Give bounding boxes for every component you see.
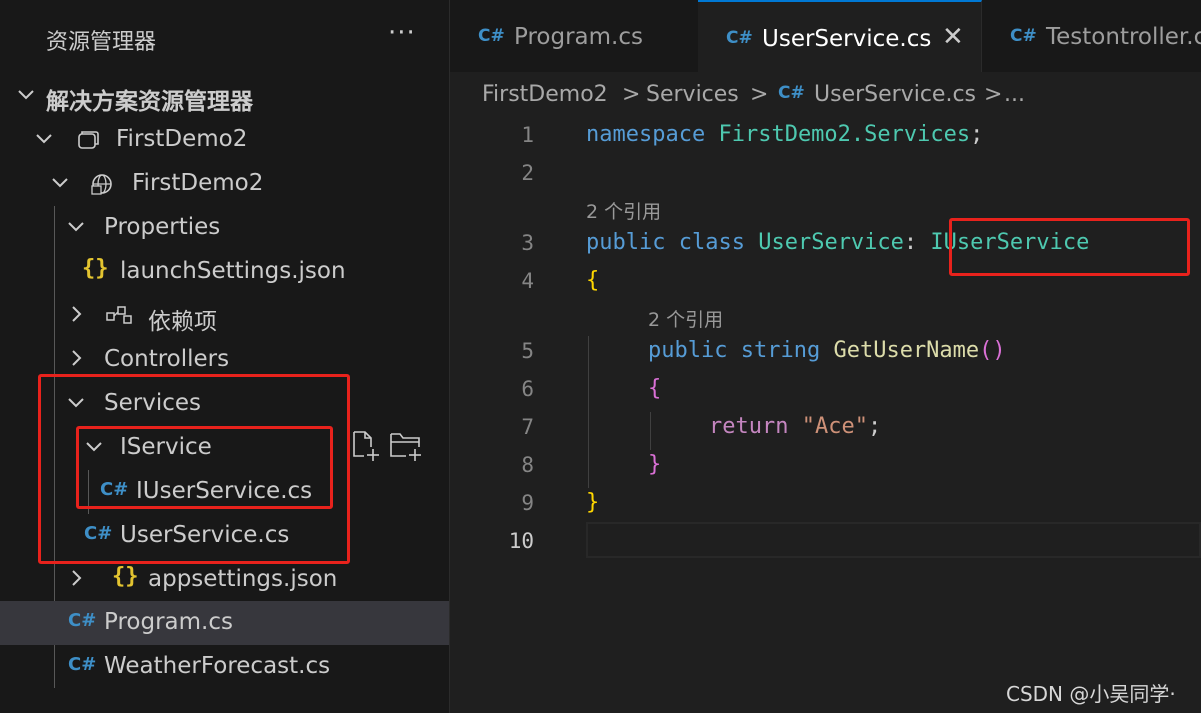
punctuation: ; [867, 414, 882, 439]
chevron-down-icon [16, 84, 36, 108]
punctuation: ; [970, 122, 984, 147]
tree-item-weatherforecast[interactable]: C# WeatherForecast.cs [0, 645, 449, 689]
csharp-file-icon: C# [778, 83, 805, 103]
line-number: 2 [521, 161, 534, 185]
csharp-file-icon: C# [68, 610, 97, 631]
line-number: 5 [521, 339, 534, 363]
tree-item-launchsettings[interactable]: {} launchSettings.json [0, 250, 449, 294]
tab-label: Testontroller.cs [1046, 24, 1201, 50]
close-icon[interactable]: ✕ [942, 22, 964, 52]
tab-label: UserService.cs [762, 26, 932, 52]
breadcrumb-separator: > [750, 82, 769, 107]
breadcrumb-item[interactable]: UserService.cs [814, 82, 976, 107]
tree-item-dependencies[interactable]: 依赖项 [0, 294, 449, 338]
explorer-sidebar: 资源管理器 ··· 解决方案资源管理器 FirstDemo2 FirstDemo… [0, 0, 450, 713]
solution-icon [76, 128, 100, 152]
tree-item-label: Properties [104, 214, 221, 240]
line-number: 10 [508, 529, 534, 553]
dependencies-icon [106, 304, 132, 328]
namespace-name: FirstDemo2.Services [718, 122, 971, 147]
line-number: 1 [521, 123, 534, 147]
code-line: public string GetUserName() [648, 338, 1006, 363]
code-line: namespace FirstDemo2.Services; [586, 122, 983, 147]
highlight-box-interface [949, 218, 1190, 276]
keyword: public [586, 230, 666, 255]
tree-item-label: FirstDemo2 [116, 126, 248, 152]
tab-label: Program.cs [514, 24, 643, 50]
tree-item-label: appsettings.json [148, 566, 338, 592]
tree-item-label: launchSettings.json [120, 258, 346, 284]
keyword: return [709, 414, 789, 439]
solution-explorer-section[interactable]: 解决方案资源管理器 [0, 74, 449, 118]
breadcrumb-separator: > [622, 82, 641, 107]
more-actions-icon[interactable]: ··· [388, 18, 416, 48]
csharp-file-icon: C# [726, 28, 753, 48]
line-number: 8 [521, 453, 534, 477]
watermark: CSDN @小吴同学· [1006, 682, 1176, 706]
tree-item-label: Program.cs [104, 609, 233, 635]
string-literal: "Ace" [801, 414, 868, 439]
code-line: } [586, 490, 600, 515]
chevron-right-icon [66, 348, 86, 372]
indent-guide [650, 412, 651, 450]
tree-item-project[interactable]: FirstDemo2 [0, 162, 449, 206]
breadcrumb-item[interactable]: ... [1004, 82, 1025, 107]
code-line: { [586, 268, 600, 293]
chevron-right-icon [66, 568, 86, 592]
line-number: 3 [521, 231, 534, 255]
breadcrumb-item[interactable]: FirstDemo2 [482, 82, 608, 107]
tree-item-label: 依赖项 [148, 309, 217, 335]
chevron-down-icon [66, 216, 86, 240]
tree-item-label: Controllers [104, 346, 230, 372]
tree-item-label: WeatherForecast.cs [104, 653, 331, 679]
solution-explorer-label: 解决方案资源管理器 [46, 89, 253, 115]
explorer-inline-actions [351, 430, 431, 464]
tree-item-appsettings[interactable]: {} appsettings.json [0, 558, 449, 602]
indent-guide [588, 336, 589, 488]
chevron-right-icon [66, 304, 86, 328]
json-file-icon: {} [112, 564, 139, 589]
csharp-file-icon: C# [478, 26, 505, 46]
json-file-icon: {} [82, 256, 109, 281]
csharp-file-icon: C# [1010, 26, 1037, 46]
chevron-down-icon [50, 172, 70, 196]
code-line: return "Ace"; [709, 414, 881, 439]
code-line: { [648, 376, 662, 401]
keyword: string [740, 338, 821, 363]
code-lens-references[interactable]: 2 个引用 [648, 305, 723, 332]
tab-program[interactable]: C# Program.cs [450, 0, 699, 72]
web-project-icon [90, 172, 114, 196]
new-file-icon[interactable] [351, 430, 381, 466]
tree-item-program[interactable]: C# Program.cs [0, 601, 449, 645]
breadcrumb-item[interactable]: Services [646, 82, 739, 107]
keyword: class [678, 230, 745, 255]
editor-tab-bar: C# Program.cs C# UserService.cs ✕ C# Tes… [450, 0, 1201, 72]
csharp-file-icon: C# [68, 654, 97, 675]
new-folder-icon[interactable] [389, 430, 423, 466]
parentheses: () [979, 338, 1006, 363]
punctuation: : [903, 230, 918, 255]
explorer-header: 资源管理器 ··· [0, 0, 449, 76]
keyword: namespace [586, 122, 706, 147]
code-line: } [648, 452, 662, 477]
code-lens-references[interactable]: 2 个引用 [586, 197, 661, 224]
keyword: public [648, 338, 728, 363]
line-number: 7 [521, 415, 534, 439]
tab-userservice[interactable]: C# UserService.cs ✕ [698, 0, 982, 72]
tree-item-solution[interactable]: FirstDemo2 [0, 118, 449, 162]
highlight-box-iservice [76, 426, 333, 509]
tree-item-properties[interactable]: Properties [0, 206, 449, 250]
chevron-down-icon [34, 128, 54, 152]
tab-testcontroller[interactable]: C# Testontroller.cs [982, 0, 1201, 72]
line-number: 4 [521, 269, 534, 293]
line-number: 6 [521, 377, 534, 401]
class-name: UserService [758, 230, 904, 255]
breadcrumb-separator: > [984, 82, 1003, 107]
current-line-highlight [586, 522, 1201, 558]
tree-item-label: FirstDemo2 [132, 170, 264, 196]
line-number: 9 [521, 491, 534, 515]
method-name: GetUserName [833, 338, 980, 363]
explorer-title: 资源管理器 [46, 30, 157, 55]
